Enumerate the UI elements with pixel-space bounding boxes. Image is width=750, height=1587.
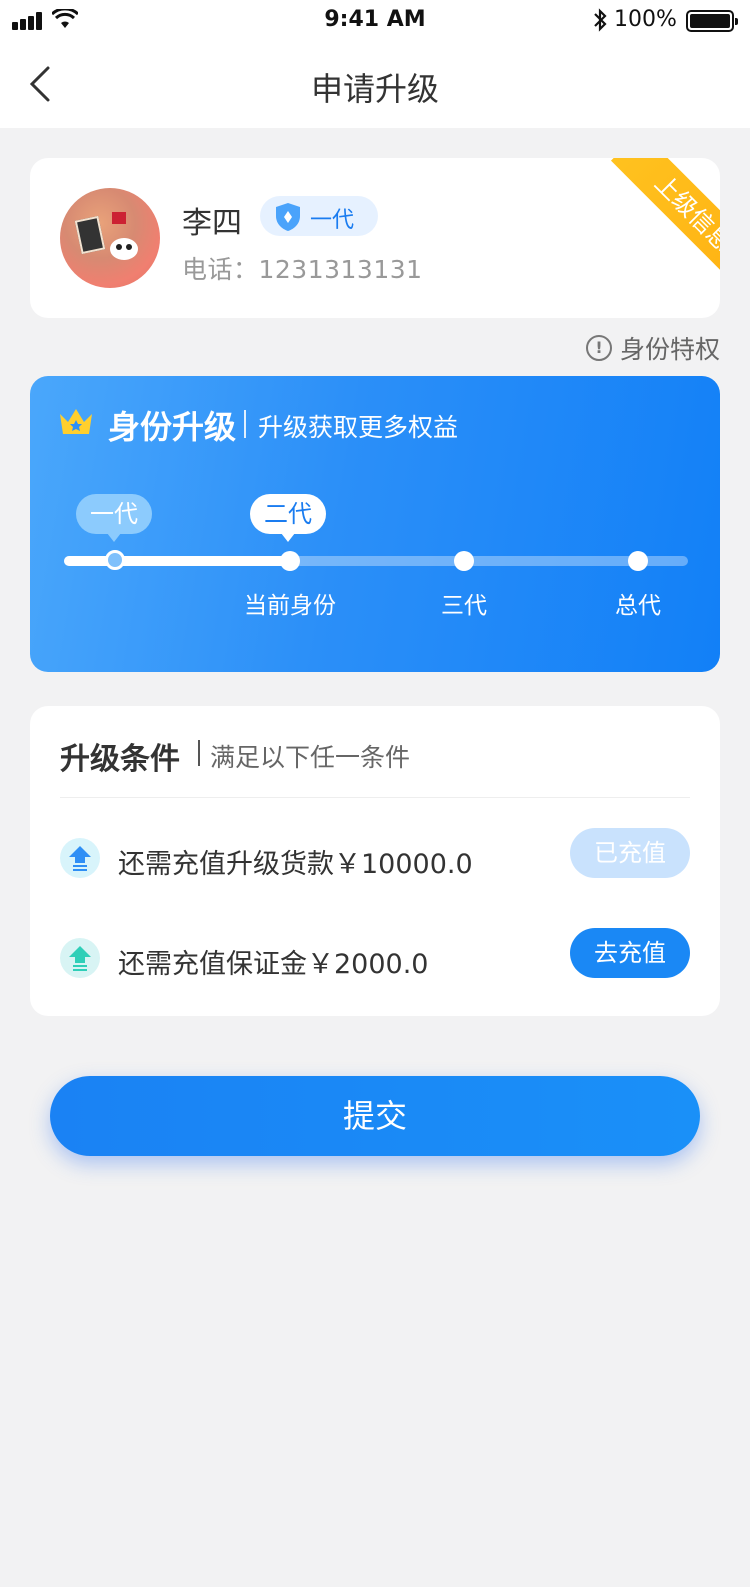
bluetooth-icon: [594, 8, 607, 32]
upgrade-arrow-icon: [60, 838, 100, 878]
upgrade-title: 身份升级: [108, 408, 237, 446]
shield-icon: [276, 203, 300, 231]
condition-text: 还需充值保证金￥2000.0: [118, 949, 429, 980]
avatar: [60, 188, 160, 288]
divider: [60, 797, 690, 798]
deposit-arrow-icon: [60, 938, 100, 978]
conditions-title: 升级条件: [60, 742, 180, 777]
node-label-current: 当前身份: [244, 593, 336, 619]
title-divider: [244, 410, 246, 438]
submit-button[interactable]: 提交: [50, 1076, 700, 1156]
ribbon-label: 上级信息: [610, 158, 720, 288]
privilege-label: 身份特权: [619, 335, 720, 364]
upgrade-subtitle: 升级获取更多权益: [258, 413, 459, 442]
profile-card: 李四 一代 电话：1231313131 上级信息: [30, 158, 720, 318]
progress-node-1: [105, 550, 125, 570]
condition-text: 还需充值升级货款￥10000.0: [118, 849, 473, 880]
bubble-level-2: 二代: [250, 494, 326, 542]
privilege-link[interactable]: ! 身份特权: [585, 330, 720, 364]
level-badge: 一代: [260, 196, 378, 236]
title-divider: [198, 740, 200, 766]
upgrade-card: 身份升级 升级获取更多权益 一代 二代 当前身份 三代 总代: [30, 376, 720, 672]
conditions-card: 升级条件 满足以下任一条件 还需充值升级货款￥10000.0 已充值 还需充值保…: [30, 706, 720, 1016]
progress-node-4: [628, 551, 648, 571]
progress-node-3: [454, 551, 474, 571]
progress-node-2: [280, 551, 300, 571]
condition-row: 还需充值保证金￥2000.0 去充值: [30, 928, 720, 988]
condition-row: 还需充值升级货款￥10000.0 已充值: [30, 828, 720, 888]
node-label-3: 三代: [441, 593, 487, 619]
nav-bar: 申请升级: [0, 40, 750, 128]
profile-phone: 电话：1231313131: [182, 255, 423, 284]
conditions-subtitle: 满足以下任一条件: [210, 743, 411, 772]
recharged-button[interactable]: 已充值: [570, 828, 690, 878]
page-title: 申请升级: [310, 70, 439, 108]
bubble-level-1: 一代: [76, 494, 152, 542]
superior-info-ribbon[interactable]: 上级信息: [590, 158, 720, 288]
battery-icon: [686, 10, 738, 32]
node-label-4: 总代: [615, 593, 661, 619]
progress-fill: [64, 556, 290, 566]
info-icon: !: [585, 335, 612, 361]
level-text: 一代: [310, 208, 355, 233]
go-recharge-button[interactable]: 去充值: [570, 928, 690, 978]
crown-icon: [60, 409, 92, 434]
profile-name: 李四: [182, 206, 242, 241]
status-bar: 9:41 AM 100%: [0, 0, 750, 40]
battery-percent: 100%: [614, 7, 677, 32]
